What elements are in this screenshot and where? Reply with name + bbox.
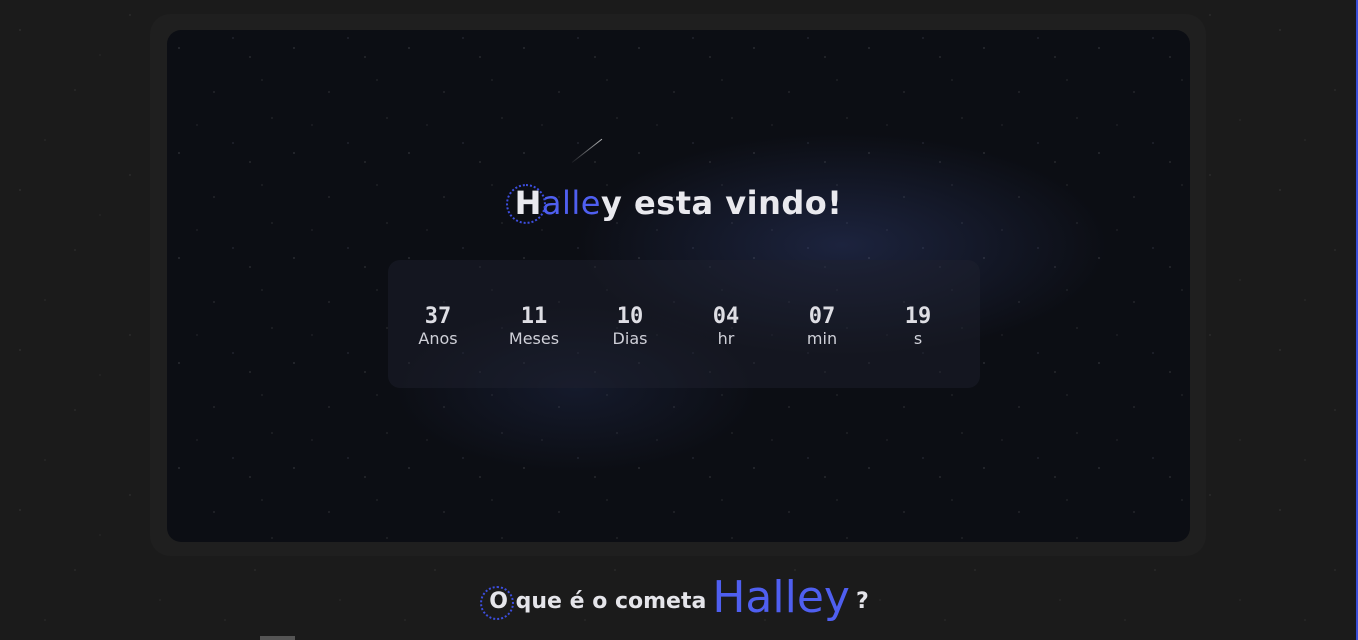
section-heading-prefix: O que é o cometa [489, 589, 707, 614]
section-heading-suffix: ? [855, 589, 869, 614]
countdown-hours-label: hr [717, 329, 735, 348]
countdown-hours-value: 04 [712, 304, 740, 329]
countdown-years: 37 Anos [390, 305, 486, 349]
countdown-months-label: Meses [508, 329, 560, 348]
dotted-ring-icon [505, 184, 546, 224]
section-heading: O que é o cometa Halley? [0, 572, 1358, 623]
countdown-years-label: Anos [418, 329, 458, 348]
dotted-ring-icon [480, 586, 515, 620]
countdown-days-value: 10 [616, 304, 644, 329]
countdown-days: 10 Dias [582, 305, 678, 349]
countdown-months: 11 Meses [486, 305, 582, 349]
countdown-minutes-label: min [806, 329, 838, 348]
countdown-days-label: Dias [612, 329, 648, 348]
hero-title-rest: y esta vindo! [600, 184, 843, 222]
hero-starfield-banner: Halley esta vindo! 37 Anos 11 Meses 10 D… [167, 30, 1190, 542]
countdown-minutes-value: 07 [808, 304, 836, 329]
hero-title-wrap: Halley esta vindo! [505, 184, 843, 224]
countdown-minutes: 07 min [774, 305, 870, 349]
countdown-months-value: 11 [520, 304, 548, 329]
countdown-seconds-value: 19 [904, 304, 932, 329]
horizontal-scrollbar-thumb[interactable] [260, 636, 295, 640]
countdown-timer: 37 Anos 11 Meses 10 Dias 04 hr 07 min 19… [390, 305, 966, 349]
countdown-years-value: 37 [424, 304, 452, 329]
countdown-seconds: 19 s [870, 305, 966, 349]
countdown-hours: 04 hr [678, 305, 774, 349]
countdown-seconds-label: s [913, 329, 923, 348]
section-heading-wrap: O que é o cometa Halley? [480, 572, 869, 623]
hero-title-accent: alle [541, 184, 601, 222]
section-heading-accent: Halley [712, 572, 850, 623]
hero-title: Halley esta vindo! [167, 184, 1190, 224]
meteor-streak-decoration [571, 138, 603, 163]
